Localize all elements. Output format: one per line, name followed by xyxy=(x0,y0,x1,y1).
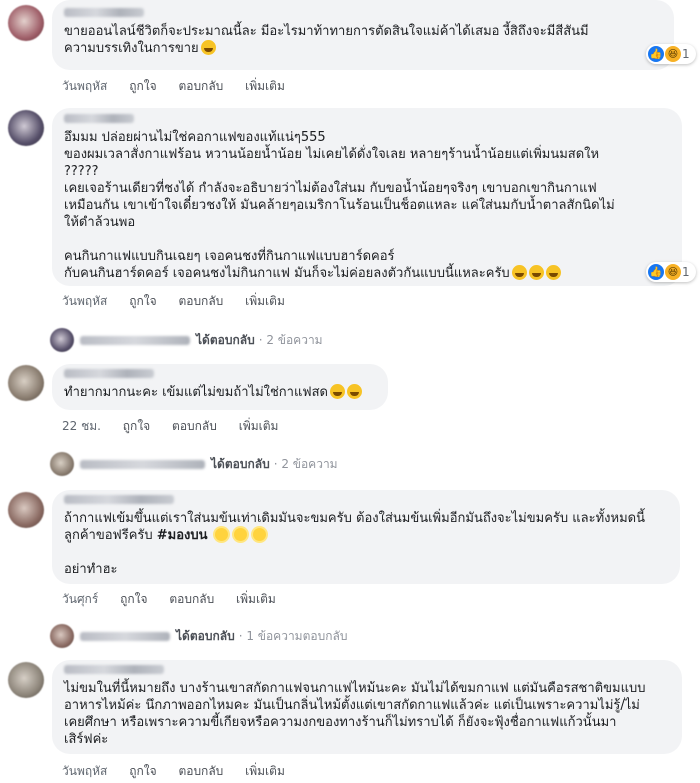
like-reaction-icon: 👍 xyxy=(648,264,664,280)
sun-emoji-icon xyxy=(214,528,228,541)
reply-button[interactable]: ตอบกลับ xyxy=(178,294,223,308)
grinning-emoji-icon xyxy=(545,265,561,280)
avatar[interactable] xyxy=(8,365,44,401)
hashtag-link[interactable]: #มองบน xyxy=(157,528,208,543)
comment-text: ให้ดำล้วนพอ xyxy=(64,215,136,230)
more-button[interactable]: เพิ่มเติม xyxy=(245,294,285,308)
like-button[interactable]: ถูกใจ xyxy=(129,764,156,778)
comment-text: ขายออนไลน์ชีวิตก็จะประมาณนี้ละ มีอะไรมาท… xyxy=(64,24,589,39)
comment-text: ทำยากมากนะคะ เข้มแต่ไม่ขมถ้าไม่ใช่กาแฟสด xyxy=(64,385,328,400)
commenter-name[interactable] xyxy=(64,8,144,17)
commenter-name[interactable] xyxy=(64,114,134,123)
grinning-emoji-icon xyxy=(346,384,362,399)
timestamp[interactable]: วันพฤหัส xyxy=(62,764,107,778)
comment-text: ถ้ากาแฟเข้มขึ้นแต่เราใส่นมข้นเท่าเดิมมัน… xyxy=(64,511,645,526)
view-replies-link[interactable]: ได้ตอบกลับ · 2 ข้อความ xyxy=(50,328,323,352)
timestamp[interactable]: วันศุกร์ xyxy=(62,592,98,606)
replied-label: ได้ตอบกลับ xyxy=(211,456,270,471)
like-button[interactable]: ถูกใจ xyxy=(129,294,156,308)
comment-bubble: ทำยากมากนะคะ เข้มแต่ไม่ขมถ้าไม่ใช่กาแฟสด xyxy=(52,364,388,410)
comment-text: ไม่ขมในที่นี้หมายถึง บางร้านเขาสกัดกาแฟจ… xyxy=(64,681,646,696)
comment-text: อย่าทำฮะ xyxy=(64,562,118,577)
timestamp[interactable]: วันพฤหัส xyxy=(62,79,107,93)
comment-actions: วันพฤหัส ถูกใจ ตอบกลับ เพิ่มเติม xyxy=(62,292,303,311)
timestamp[interactable]: 22 ชม. xyxy=(62,419,101,433)
view-replies-link[interactable]: ได้ตอบกลับ · 1 ข้อความตอบกลับ xyxy=(50,624,347,648)
reaction-summary[interactable]: 👍 😆 1 xyxy=(646,262,696,282)
view-replies-link[interactable]: ได้ตอบกลับ · 2 ข้อความ xyxy=(50,452,338,476)
commenter-name[interactable] xyxy=(64,495,174,504)
haha-reaction-icon: 😆 xyxy=(665,264,681,280)
comment-actions: วันพฤหัส ถูกใจ ตอบกลับ เพิ่มเติม xyxy=(62,762,303,781)
comment-text: ความบรรเทิงในการขาย xyxy=(64,41,199,56)
avatar xyxy=(50,452,74,476)
replier-name xyxy=(80,631,170,641)
avatar xyxy=(50,328,74,352)
commenter-name[interactable] xyxy=(64,369,154,378)
avatar[interactable] xyxy=(8,110,44,146)
comment-actions: 22 ชม. ถูกใจ ตอบกลับ เพิ่มเติม xyxy=(62,417,296,436)
reaction-count: 1 xyxy=(682,265,690,279)
more-button[interactable]: เพิ่มเติม xyxy=(245,79,285,93)
avatar xyxy=(50,624,74,648)
reply-button[interactable]: ตอบกลับ xyxy=(169,592,214,606)
like-button[interactable]: ถูกใจ xyxy=(129,79,156,93)
reply-button[interactable]: ตอบกลับ xyxy=(178,79,223,93)
avatar[interactable] xyxy=(8,492,44,528)
grinning-emoji-icon xyxy=(511,265,527,280)
commenter-name[interactable] xyxy=(64,665,164,674)
comment-bubble: อึมมม ปล่อยผ่านไม่ใช่คอกาแฟของแท้แน่ๆ555… xyxy=(52,108,682,286)
comment-text: กับคนกินฮาร์ดคอร์ เจอคนชงไม่กินกาแฟ มันก… xyxy=(64,266,510,281)
comment-text: เสิร์ฟค่ะ xyxy=(64,732,109,747)
replied-label: ได้ตอบกลับ xyxy=(176,628,235,643)
comment-bubble: ขายออนไลน์ชีวิตก็จะประมาณนี้ละ มีอะไรมาท… xyxy=(52,0,674,70)
sun-emoji-icon xyxy=(233,528,247,541)
replier-name xyxy=(80,335,190,345)
comment-bubble: ถ้ากาแฟเข้มขึ้นแต่เราใส่นมข้นเท่าเดิมมัน… xyxy=(52,490,680,584)
reaction-count: 1 xyxy=(682,47,690,61)
more-button[interactable]: เพิ่มเติม xyxy=(239,419,279,433)
avatar[interactable] xyxy=(8,5,44,41)
replied-label: ได้ตอบกลับ xyxy=(196,332,255,347)
comment-text: ลูกค้าขอฟรีครับ xyxy=(64,528,157,543)
comment-text: อาหารไหม้ค่ะ นึกภาพออกไหมคะ มันเป็นกลิ่น… xyxy=(64,698,640,713)
reply-count: · 1 ข้อความตอบกลับ xyxy=(238,628,348,643)
haha-reaction-icon: 😆 xyxy=(665,46,681,62)
grinning-emoji-icon xyxy=(329,384,345,399)
reply-count: · 2 ข้อความ xyxy=(273,456,338,471)
comment-text: เหมือนกัน เขาเข้าใจเดี๋ยวชงให้ มันคล้ายๆ… xyxy=(64,198,615,213)
timestamp[interactable]: วันพฤหัส xyxy=(62,294,107,308)
reply-button[interactable]: ตอบกลับ xyxy=(172,419,217,433)
avatar[interactable] xyxy=(8,662,44,698)
comment-actions: วันศุกร์ ถูกใจ ตอบกลับ เพิ่มเติม xyxy=(62,590,294,609)
grinning-emoji-icon xyxy=(528,265,544,280)
more-button[interactable]: เพิ่มเติม xyxy=(236,592,276,606)
like-reaction-icon: 👍 xyxy=(648,46,664,62)
comment-bubble: ไม่ขมในที่นี้หมายถึง บางร้านเขาสกัดกาแฟจ… xyxy=(52,660,682,754)
comment-text: เคยศึกษา หรือเพราะความขี้เกียจหรือความงก… xyxy=(64,715,617,730)
reply-count: · 2 ข้อความ xyxy=(258,332,323,347)
comment-text: ของผมเวลาสั่งกาแฟร้อน หวานน้อยน้ำน้อย ไม… xyxy=(64,147,600,162)
reaction-summary[interactable]: 👍 😆 1 xyxy=(646,44,696,64)
like-button[interactable]: ถูกใจ xyxy=(120,592,147,606)
laughing-emoji-icon xyxy=(200,40,216,55)
more-button[interactable]: เพิ่มเติม xyxy=(245,764,285,778)
replier-name xyxy=(80,459,205,469)
sun-emoji-icon xyxy=(252,528,266,541)
comment-actions: วันพฤหัส ถูกใจ ตอบกลับ เพิ่มเติม xyxy=(62,77,303,96)
comment-text: อึมมม ปล่อยผ่านไม่ใช่คอกาแฟของแท้แน่ๆ555 xyxy=(64,130,326,145)
comment-text: คนกินกาแฟแบบกินเฉยๆ เจอคนชงที่กินกาแฟแบบ… xyxy=(64,249,395,264)
like-button[interactable]: ถูกใจ xyxy=(123,419,150,433)
comment-text: เคยเจอร้านเดียวที่ชงได้ กำลังจะอธิบายว่า… xyxy=(64,181,597,196)
comment-text: ????? xyxy=(64,164,99,179)
reply-button[interactable]: ตอบกลับ xyxy=(178,764,223,778)
